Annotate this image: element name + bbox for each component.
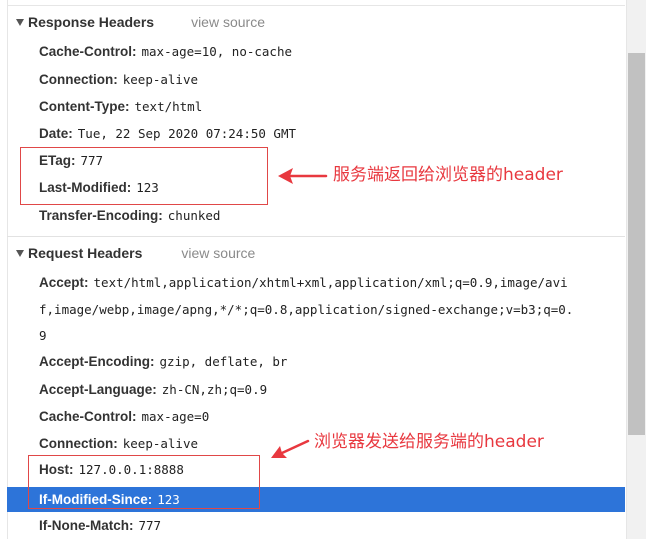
request-header-row[interactable]: Accept-Language: zh-CN,zh;q=0.9 — [7, 382, 625, 397]
request-annotation: 浏览器发送给服务端的header — [314, 432, 544, 452]
request-headers-title: Request Headers — [28, 245, 143, 261]
response-annotation: 服务端返回给浏览器的header — [333, 165, 563, 185]
header-value: text/html — [134, 99, 203, 114]
response-headers-toggle[interactable]: Response Headers view source — [10, 11, 622, 33]
request-headers-toggle[interactable]: Request Headers view source — [10, 242, 622, 264]
header-value: keep-alive — [122, 72, 199, 87]
header-name: Content-Type: — [39, 99, 130, 114]
header-value: max-age=10, no-cache — [141, 44, 293, 59]
header-name: Date: — [39, 126, 73, 141]
header-name: Accept-Language: — [39, 382, 157, 397]
header-name: Cache-Control: — [39, 409, 137, 424]
request-header-row[interactable]: Cache-Control: max-age=0 — [7, 409, 625, 424]
request-header-row[interactable]: Accept-Encoding: gzip, deflate, br — [7, 354, 625, 369]
request-header-row-accept[interactable]: Accept: text/html,application/xhtml+xml,a… — [7, 275, 625, 290]
header-value: Tue, 22 Sep 2020 07:24:50 GMT — [77, 126, 297, 141]
arrow-left-icon — [278, 168, 328, 184]
header-name: Transfer-Encoding: — [39, 208, 163, 223]
header-name: Connection: — [39, 72, 118, 87]
devtools-headers-panel: Response Headers view source Cache-Contr… — [0, 0, 646, 539]
header-value: 777 — [138, 518, 162, 533]
response-header-row[interactable]: Content-Type: text/html — [7, 99, 625, 114]
header-name: Connection: — [39, 436, 118, 451]
request-highlight-box — [28, 455, 260, 509]
response-view-source-link[interactable]: view source — [191, 14, 265, 30]
header-name: Cache-Control: — [39, 44, 137, 59]
response-headers-title: Response Headers — [28, 14, 155, 30]
top-divider — [7, 5, 625, 6]
response-header-row[interactable]: Cache-Control: max-age=10, no-cache — [7, 44, 625, 59]
arrow-down-left-icon — [271, 439, 310, 458]
header-value-continuation: f,image/webp,image/apng,*/*;q=0.8,applic… — [39, 302, 574, 317]
response-header-row[interactable]: Connection: keep-alive — [7, 72, 625, 87]
header-value: zh-CN,zh;q=0.9 — [161, 382, 268, 397]
request-header-row[interactable]: If-None-Match: 777 — [7, 518, 625, 533]
header-name: Accept: — [39, 275, 89, 290]
scrollbar-thumb[interactable] — [628, 53, 645, 435]
section-divider — [7, 236, 625, 237]
header-value: max-age=0 — [141, 409, 210, 424]
header-value: chunked — [167, 208, 221, 223]
collapse-triangle-icon[interactable] — [16, 18, 24, 26]
header-name: If-None-Match: — [39, 518, 134, 533]
response-highlight-box — [20, 147, 268, 205]
response-header-row[interactable]: Transfer-Encoding: chunked — [7, 208, 625, 223]
header-value: gzip, deflate, br — [159, 354, 288, 369]
collapse-triangle-icon[interactable] — [16, 249, 24, 257]
header-value-continuation: 9 — [39, 328, 47, 343]
header-value: keep-alive — [122, 436, 199, 451]
request-view-source-link[interactable]: view source — [181, 245, 255, 261]
header-name: Accept-Encoding: — [39, 354, 155, 369]
vertical-scrollbar[interactable] — [626, 0, 646, 539]
response-header-row[interactable]: Date: Tue, 22 Sep 2020 07:24:50 GMT — [7, 126, 625, 141]
header-value: text/html,application/xhtml+xml,applicat… — [93, 275, 568, 290]
